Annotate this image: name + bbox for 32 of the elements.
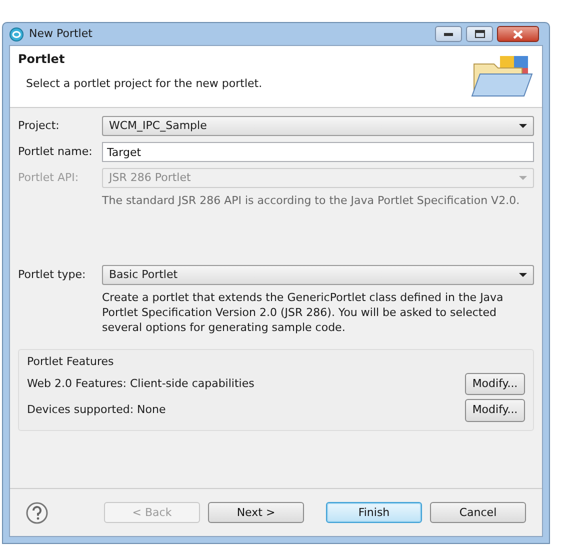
- app-icon: [9, 26, 24, 42]
- page-description: Select a portlet project for the new portlet.: [26, 76, 264, 92]
- minimize-icon: [444, 32, 453, 36]
- dialog-button[interactable]: Next >: [208, 502, 304, 523]
- field-label: Portlet name:: [18, 144, 94, 160]
- dropdown[interactable]: Basic Portlet: [102, 264, 534, 285]
- field-description: The standard JSR 286 API is according to the Java Portlet Specification V2.0.: [102, 194, 521, 209]
- modify-button[interactable]: Modify...: [465, 399, 525, 422]
- page-title: Portlet: [18, 51, 66, 68]
- close-icon: [513, 30, 523, 38]
- minimize-button[interactable]: [435, 26, 462, 42]
- text-field[interactable]: Target: [102, 142, 534, 162]
- help-icon[interactable]: [26, 502, 48, 524]
- close-button[interactable]: [497, 26, 539, 42]
- window-title: New Portlet: [29, 26, 94, 42]
- field-description: Create a portlet that extends the GenericPortlet class defined in the Java Portlet Specification Version 2.0 (JSR 286). You will be asked to selected several options for generating sample code.: [102, 290, 504, 336]
- group-title: Portlet Features: [27, 354, 115, 370]
- feature-label: Devices supported: None: [27, 402, 166, 418]
- caret-icon: [519, 176, 527, 180]
- folder-icon: [470, 54, 534, 98]
- feature-label: Web 2.0 Features: Client-side capabilities: [27, 376, 254, 392]
- caret-icon: [519, 124, 527, 128]
- dialog-button[interactable]: Finish: [326, 502, 422, 523]
- caret-icon: [519, 272, 527, 277]
- modify-button[interactable]: Modify...: [465, 372, 525, 396]
- dropdown[interactable]: WCM_IPC_Sample: [102, 116, 534, 136]
- dialog-button[interactable]: Cancel: [430, 502, 526, 523]
- maximize-button[interactable]: [466, 26, 493, 42]
- field-label: Project:: [18, 118, 60, 134]
- maximize-icon: [474, 30, 484, 38]
- field-label: Portlet type:: [18, 266, 87, 283]
- field-label: Portlet API:: [18, 170, 80, 186]
